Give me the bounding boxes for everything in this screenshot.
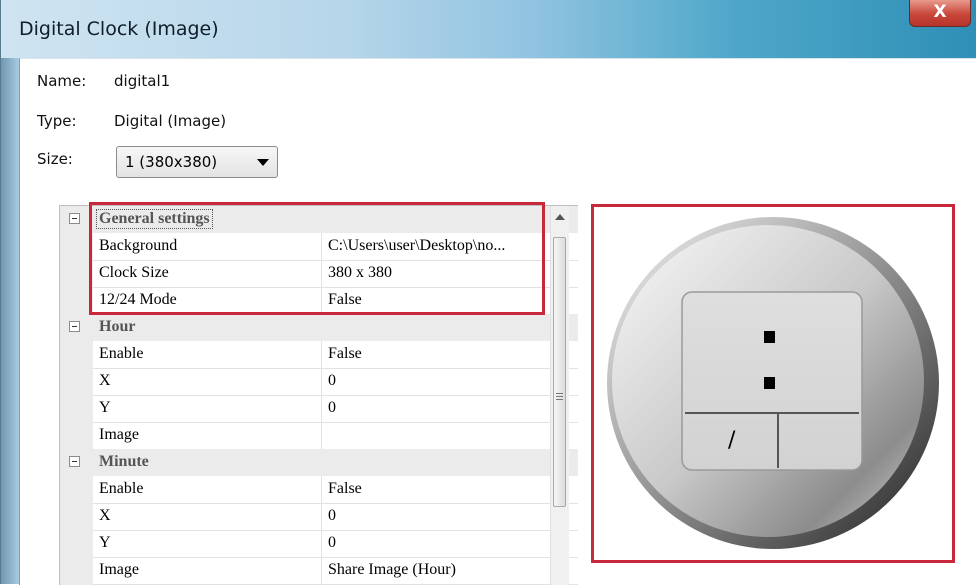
property-name: X (99, 507, 111, 524)
type-value: Digital (Image) (114, 112, 227, 130)
highlight-general-settings (89, 202, 545, 315)
collapse-icon[interactable] (69, 321, 80, 332)
size-dropdown[interactable]: 1 (380x380) (116, 146, 278, 178)
vertical-scrollbar[interactable] (550, 206, 569, 585)
window-title: Digital Clock (Image) (19, 18, 219, 40)
category-title: Hour (99, 318, 136, 335)
title-bar[interactable]: Digital Clock (Image) X (1, 0, 976, 58)
property-name: Enable (99, 345, 144, 362)
name-label: Name: (37, 72, 87, 90)
property-row-minute-enable[interactable]: Enable False (93, 476, 578, 504)
close-icon: X (933, 2, 947, 22)
category-title: Minute (99, 453, 149, 470)
property-row-hour-x[interactable]: X0 (93, 368, 578, 396)
property-name: Enable (99, 480, 144, 497)
property-value[interactable]: 0 (328, 372, 548, 390)
window-frame-left (1, 58, 19, 584)
property-name: Y (99, 399, 111, 416)
type-label: Type: (37, 112, 77, 130)
chevron-down-icon (257, 159, 269, 166)
scrollbar-thumb[interactable] (553, 237, 566, 507)
property-name: Image (99, 426, 139, 443)
name-value: digital1 (114, 72, 171, 90)
property-value[interactable]: False (328, 345, 548, 363)
scroll-up-arrow-icon[interactable] (555, 214, 565, 220)
property-row-hour-enable[interactable]: Enable False (93, 341, 578, 369)
grip-icon (556, 393, 563, 394)
property-row-minute-image[interactable]: Image Share Image (Hour) (93, 557, 578, 585)
close-button[interactable]: X (909, 0, 971, 27)
property-value[interactable]: 0 (328, 534, 548, 552)
property-name: X (99, 372, 111, 389)
property-value[interactable]: 0 (328, 507, 548, 525)
size-label: Size: (37, 150, 73, 168)
dialog-window: Digital Clock (Image) X Name: digital1 T… (0, 0, 976, 585)
property-value[interactable]: False (328, 480, 548, 498)
property-name: Y (99, 534, 111, 551)
property-name: Image (99, 561, 139, 578)
property-row-hour-y[interactable]: Y0 (93, 395, 578, 423)
property-value[interactable]: 0 (328, 399, 548, 417)
category-hour[interactable]: Hour (60, 314, 578, 341)
category-minute[interactable]: Minute (60, 449, 578, 476)
property-row-minute-x[interactable]: X0 (93, 503, 578, 531)
property-row-hour-image[interactable]: Image (93, 422, 578, 450)
collapse-icon[interactable] (69, 456, 80, 467)
property-value[interactable]: Share Image (Hour) (328, 561, 548, 579)
collapse-icon[interactable] (69, 213, 80, 224)
highlight-clock-preview (591, 204, 955, 563)
size-dropdown-value: 1 (380x380) (125, 153, 218, 171)
property-row-minute-y[interactable]: Y0 (93, 530, 578, 558)
